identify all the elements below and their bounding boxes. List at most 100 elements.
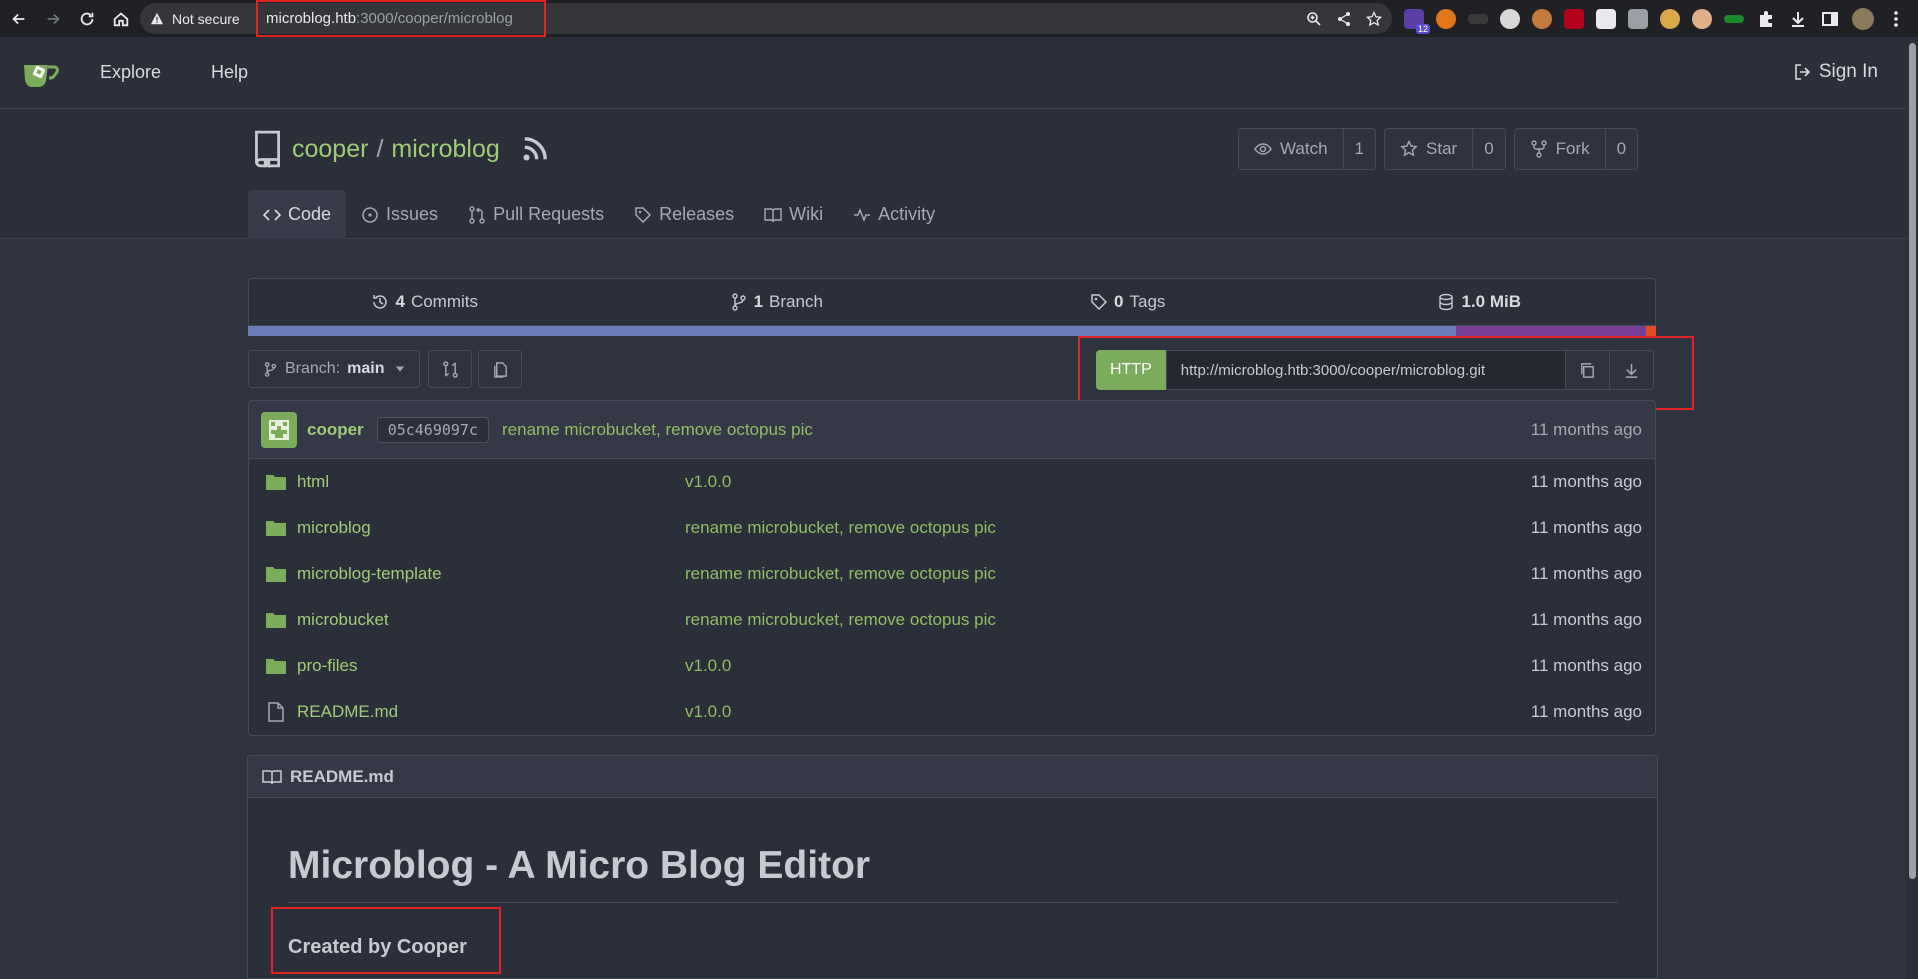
language-segment-secondary[interactable] — [1456, 326, 1646, 336]
file-commit-time: 11 months ago — [1530, 702, 1642, 721]
file-name-link[interactable]: README.md — [297, 702, 398, 722]
watch-label-wrap[interactable]: Watch — [1239, 129, 1344, 169]
branch-dropdown[interactable]: Branch: main — [248, 350, 421, 388]
watch-label: Watch — [1280, 139, 1328, 158]
download-archive-button[interactable] — [1609, 350, 1654, 390]
compare-button[interactable] — [428, 350, 472, 388]
home-button[interactable] — [106, 4, 136, 34]
repo-header: cooper / microblog Watch 1 Star 0 Fork 0 — [0, 110, 1918, 239]
copy-url-button[interactable] — [1565, 350, 1610, 390]
extension-face-icon[interactable] — [1692, 8, 1712, 29]
author-avatar[interactable] — [261, 411, 297, 448]
commit-sha-button[interactable]: 05c469097c — [376, 416, 489, 443]
extension-cookie-brown-icon[interactable] — [1532, 8, 1552, 29]
commit-message-link[interactable]: rename microbucket, remove octopus pic — [502, 420, 813, 440]
fork-label-wrap[interactable]: Fork — [1515, 129, 1606, 169]
profile-avatar[interactable] — [1852, 7, 1874, 30]
commit-time: 11 months ago — [1530, 419, 1642, 439]
extension-checklist-icon[interactable] — [1628, 8, 1648, 29]
tab-code[interactable]: Code — [248, 190, 347, 239]
file-commit-message[interactable]: rename microbucket, remove octopus pic — [685, 564, 996, 584]
file-commit-message[interactable]: v1.0.0 — [685, 656, 731, 676]
repo-owner-link[interactable]: cooper — [292, 135, 368, 164]
security-indicator[interactable]: Not secure — [150, 11, 240, 27]
file-name-link[interactable]: microblog-template — [297, 564, 442, 584]
identicon-icon — [269, 419, 289, 440]
file-name-link[interactable]: microblog — [297, 518, 371, 538]
gitea-logo-icon[interactable] — [22, 53, 62, 93]
folder-icon — [266, 475, 286, 490]
commits-stat[interactable]: 4 Commits — [249, 279, 601, 325]
repo-size: 1.0 MiB — [1461, 292, 1522, 311]
extension-pizza-icon[interactable] — [1660, 8, 1680, 29]
star-button[interactable]: Star 0 — [1384, 128, 1506, 170]
download-icon[interactable] — [1788, 9, 1808, 29]
tab-releases[interactable]: Releases — [619, 190, 749, 239]
kebab-menu-icon[interactable] — [1886, 9, 1906, 29]
tab-wiki[interactable]: Wiki — [749, 190, 838, 239]
file-row-microbucket: microbucket rename microbucket, remove o… — [249, 597, 1655, 643]
file-commit-time: 11 months ago — [1530, 472, 1642, 491]
file-row-html: html v1.0.0 11 months ago — [249, 459, 1655, 505]
address-bar[interactable]: Not secure microblog.htb:3000/cooper/mic… — [140, 0, 1392, 37]
nav-explore-link[interactable]: Explore — [100, 62, 161, 83]
bookmark-star-icon[interactable] — [1366, 10, 1382, 27]
tab-issues[interactable]: Issues — [346, 190, 453, 239]
code-icon — [263, 208, 281, 221]
repo-icon — [255, 130, 280, 168]
watch-button[interactable]: Watch 1 — [1238, 128, 1377, 170]
extension-green-icon[interactable] — [1724, 14, 1744, 23]
tags-stat[interactable]: 0 Tags — [952, 279, 1304, 325]
language-bar[interactable] — [248, 326, 1656, 336]
commit-author-link[interactable]: cooper — [307, 420, 364, 440]
extension-cookie-icon[interactable] — [1500, 8, 1520, 29]
repo-name-link[interactable]: microblog — [391, 135, 499, 164]
file-name-link[interactable]: pro-files — [297, 656, 357, 676]
file-name-link[interactable]: microbucket — [297, 610, 389, 630]
folder-icon — [266, 521, 286, 536]
file-row-microblog: microblog rename microbucket, remove oct… — [249, 505, 1655, 551]
side-panel-icon[interactable] — [1820, 9, 1840, 29]
clone-url-input[interactable] — [1165, 350, 1566, 390]
file-commit-message[interactable]: v1.0.0 — [685, 472, 731, 492]
watch-count[interactable]: 1 — [1344, 129, 1375, 169]
sign-in-link[interactable]: Sign In — [1793, 61, 1878, 83]
nav-help-link[interactable]: Help — [211, 62, 248, 83]
not-secure-label: Not secure — [172, 10, 240, 27]
fork-label: Fork — [1555, 139, 1590, 158]
tab-pull-requests[interactable]: Pull Requests — [453, 190, 619, 239]
page-scrollbar[interactable] — [1906, 37, 1918, 979]
star-label-wrap[interactable]: Star — [1385, 129, 1474, 169]
extension-fox-icon[interactable] — [1436, 8, 1456, 29]
copy-branch-button[interactable] — [478, 350, 522, 388]
share-icon[interactable] — [1336, 11, 1352, 27]
tab-activity[interactable]: Activity — [838, 190, 950, 239]
extension-wappalyzer-icon[interactable] — [1596, 8, 1616, 29]
reload-button[interactable] — [72, 4, 102, 34]
file-commit-message[interactable]: rename microbucket, remove octopus pic — [685, 518, 996, 538]
branch-count: 1 — [753, 292, 764, 311]
fork-button[interactable]: Fork 0 — [1513, 128, 1639, 170]
language-segment-primary[interactable] — [248, 326, 1456, 336]
file-name-link[interactable]: html — [297, 472, 329, 492]
back-button[interactable] — [4, 4, 34, 34]
extension-ublock-icon[interactable] — [1564, 8, 1584, 29]
puzzle-extensions-icon[interactable] — [1756, 9, 1776, 29]
database-icon — [1439, 293, 1454, 311]
file-commit-message[interactable]: v1.0.0 — [685, 702, 731, 722]
rss-feed-icon[interactable] — [518, 130, 552, 168]
url-highlight-box[interactable]: microblog.htb:3000/cooper/microblog — [256, 0, 546, 37]
scrollbar-thumb[interactable] — [1909, 43, 1916, 879]
extension-hat-icon[interactable]: 12 — [1404, 8, 1430, 34]
star-count[interactable]: 0 — [1473, 129, 1504, 169]
forward-button[interactable] — [38, 4, 68, 34]
branches-stat[interactable]: 1 Branch — [601, 279, 953, 325]
language-segment-other[interactable] — [1646, 326, 1656, 336]
extension-hat-dark-icon[interactable] — [1468, 13, 1488, 24]
tab-label: Releases — [659, 204, 735, 224]
file-commit-message[interactable]: rename microbucket, remove octopus pic — [685, 610, 996, 630]
clone-protocol-button[interactable]: HTTP — [1096, 350, 1166, 390]
commits-count: 4 — [395, 292, 405, 311]
fork-count[interactable]: 0 — [1606, 129, 1637, 169]
zoom-icon[interactable] — [1306, 11, 1322, 27]
